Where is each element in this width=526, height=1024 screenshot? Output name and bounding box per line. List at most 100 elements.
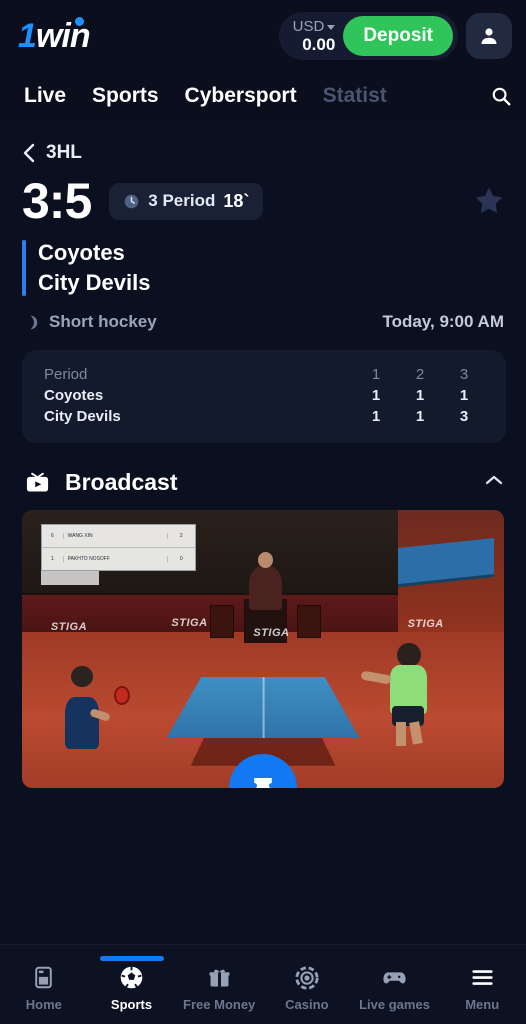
deposit-button[interactable]: Deposit [343, 16, 453, 56]
logo-one: 1 [18, 17, 37, 55]
clock-icon [124, 194, 139, 208]
balance-info: USD 0.00 [293, 18, 336, 55]
period-header-label: Period [44, 366, 88, 383]
currency-label: USD [292, 17, 325, 35]
video-branding-text: STIGA [171, 617, 208, 630]
content-area: 3HL 3:5 3 Period 18` Coyotes City Devils… [0, 120, 526, 944]
casino-chip-icon [293, 964, 321, 992]
player-head [397, 643, 421, 668]
active-tab-indicator [99, 955, 164, 961]
match-meta: Short hockey Today, 9:00 AM [22, 312, 506, 332]
logo-dot [74, 17, 84, 26]
video-branding-text: STIGA [253, 626, 290, 639]
video-umpire [248, 552, 283, 611]
team-away-name: City Devils [38, 270, 151, 295]
avatar[interactable] [466, 13, 512, 59]
chevron-up-icon [485, 475, 503, 485]
scoreboard-score: 0 [167, 556, 194, 563]
row-score-2: 1 [415, 387, 425, 404]
row-score-1: 1 [371, 408, 381, 425]
period-score-card: Period 1 2 3 Coyotes 1 1 1 City Devils 1… [22, 350, 506, 443]
sport-label: Short hockey [49, 312, 157, 331]
column-header-1: 1 [371, 366, 381, 383]
bottom-nav-item-menu[interactable]: Menu [438, 958, 526, 1012]
bottom-nav-item-sports[interactable]: Sports [88, 955, 176, 1012]
top-bar: 1win USD 0.00 Deposit [0, 0, 526, 72]
search-icon [492, 87, 511, 106]
video-equipment-box [296, 604, 321, 638]
row-score-1: 1 [371, 387, 381, 404]
bottom-nav-label: Menu [465, 996, 500, 1012]
scoreboard-seed: 1 [42, 556, 64, 563]
home-screen-icon [30, 964, 58, 992]
bottom-nav-item-casino[interactable]: Casino [263, 958, 351, 1012]
brand-logo[interactable]: 1win [18, 17, 91, 55]
chevron-down-icon [327, 24, 336, 30]
video-paddle [113, 685, 130, 705]
video-overlay-tag [41, 571, 100, 586]
app-root: 1win USD 0.00 Deposit Live Sports Cybers… [0, 0, 526, 1024]
match-score: 3:5 [22, 173, 92, 229]
column-header-2: 2 [415, 366, 425, 383]
row-score-2: 1 [415, 408, 425, 425]
bottom-nav-item-free-money[interactable]: Free Money [175, 958, 263, 1012]
gamepad-icon [381, 964, 409, 992]
broadcast-section: Broadcast STIGA STIGA STIGA STIGA 6 WANG… [0, 443, 526, 788]
bottom-nav-item-home[interactable]: Home [0, 958, 88, 1012]
period-label: 3 Period [148, 191, 216, 210]
bottom-nav-label: Casino [285, 996, 329, 1012]
video-branding-text: STIGA [407, 618, 444, 631]
hockey-puck-icon [23, 315, 38, 329]
player-body [65, 697, 100, 750]
currency-selector[interactable]: USD [293, 18, 336, 35]
betslip-ticket-icon [254, 778, 272, 788]
period-time: 18` [223, 190, 250, 211]
row-score-3: 1 [459, 387, 469, 404]
breadcrumb-label: 3HL [46, 142, 82, 163]
video-player-left [61, 665, 112, 750]
bottom-nav-item-live-games[interactable]: Live games [351, 958, 439, 1012]
nav-item-live[interactable]: Live [24, 84, 66, 108]
scoreboard-row: 1 PAKHTO NOSOFF 0 [42, 548, 194, 570]
broadcast-title: Broadcast [65, 469, 178, 495]
nav-item-statistics[interactable]: Statist [323, 84, 387, 108]
broadcast-tv-icon [26, 472, 49, 492]
bottom-nav-label: Free Money [183, 996, 256, 1012]
nav-item-cybersport[interactable]: Cybersport [185, 84, 297, 108]
video-player-right [360, 643, 437, 746]
balance-amount: 0.00 [302, 34, 336, 54]
gift-box-icon [205, 964, 233, 992]
broadcast-header[interactable]: Broadcast [0, 443, 526, 510]
table-row: City Devils 1 1 3 [44, 406, 486, 427]
column-header-3: 3 [459, 366, 469, 383]
scoreboard-seed: 6 [42, 532, 64, 539]
broadcast-video-player[interactable]: STIGA STIGA STIGA STIGA 6 WANG XIN 2 1 P… [22, 510, 504, 788]
sport-info: Short hockey [22, 312, 157, 332]
video-branding-text: STIGA [50, 621, 88, 634]
row-score-3: 3 [459, 408, 469, 425]
favorite-button[interactable] [472, 184, 506, 223]
nav-item-sports[interactable]: Sports [92, 84, 159, 108]
scoreboard-player-name: PAKHTO NOSOFF [67, 556, 110, 563]
player-head [71, 665, 94, 688]
teams-row: Coyotes City Devils [22, 240, 506, 296]
user-avatar-icon [481, 28, 497, 44]
match-header: 3:5 3 Period 18` Coyotes City Devils Sho… [0, 170, 526, 332]
table-header-row: Period 1 2 3 [44, 364, 486, 385]
period-badge: 3 Period 18` [109, 182, 264, 220]
scoreboard-player-name: WANG XIN [67, 532, 93, 539]
bottom-nav-label: Live games [359, 996, 430, 1012]
team-names: Coyotes City Devils [38, 240, 151, 296]
scoreboard-score: 2 [167, 532, 194, 539]
video-table-net [167, 676, 360, 739]
balance-pill[interactable]: USD 0.00 Deposit [278, 12, 458, 60]
video-equipment-box [209, 604, 235, 638]
search-button[interactable] [484, 82, 512, 110]
broadcast-collapse-button[interactable] [482, 472, 506, 493]
breadcrumb[interactable]: 3HL [0, 120, 526, 170]
team-accent-bar [22, 240, 26, 296]
chevron-left-icon[interactable] [22, 142, 36, 164]
period-score-table: Period 1 2 3 Coyotes 1 1 1 City Devils 1… [44, 364, 486, 427]
row-team-name: City Devils [44, 408, 121, 425]
team-home-name: Coyotes [38, 240, 125, 265]
